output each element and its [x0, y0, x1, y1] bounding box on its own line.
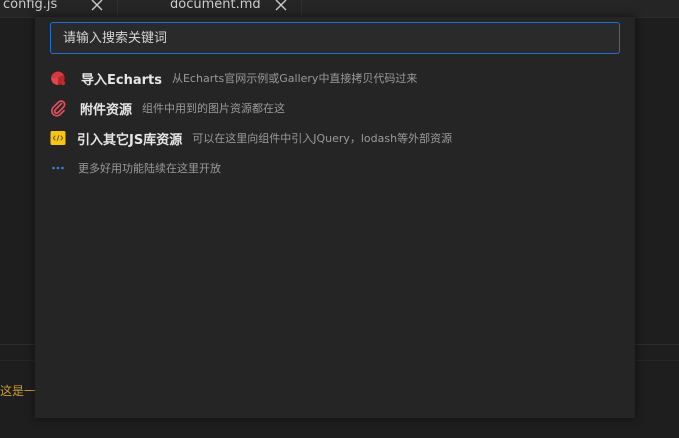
editor-line-text: 这是一	[0, 384, 37, 398]
menu-item-title: 引入其它JS库资源	[77, 132, 183, 148]
paperclip-icon	[49, 99, 67, 117]
menu-item-more-features: 更多好用功能陆续在这里开放	[49, 157, 221, 179]
js-file-icon	[49, 129, 67, 147]
close-icon[interactable]	[90, 0, 104, 12]
close-icon[interactable]	[274, 0, 288, 12]
tab-bar: config.js document.md	[0, 0, 679, 18]
more-features-text: 更多好用功能陆续在这里开放	[78, 162, 221, 175]
menu-item-title: 导入Echarts	[81, 72, 162, 88]
menu-item-description: 可以在这里向组件中引入JQuery，lodash等外部资源	[192, 132, 453, 145]
menu-item-description: 组件中用到的图片资源都在这	[142, 102, 286, 115]
menu-item-import-js-library[interactable]: 引入其它JS库资源 可以在这里向组件中引入JQuery，lodash等外部资源	[49, 127, 452, 149]
tab-config-js[interactable]: config.js	[0, 0, 118, 17]
tab-label: document.md	[170, 0, 261, 12]
search-input[interactable]	[50, 22, 620, 54]
quick-pick-popup: 导入Echarts 从Echarts官网示例或Gallery中直接拷贝代码过来 …	[35, 17, 635, 418]
echarts-icon	[49, 69, 67, 87]
menu-item-description: 从Echarts官网示例或Gallery中直接拷贝代码过来	[171, 72, 418, 85]
ellipsis-icon	[49, 159, 67, 177]
tab-label: config.js	[3, 0, 58, 12]
menu-item-title: 附件资源	[80, 102, 133, 118]
menu-item-import-echarts[interactable]: 导入Echarts 从Echarts官网示例或Gallery中直接拷贝代码过来	[49, 67, 417, 89]
tab-document-md[interactable]: document.md	[118, 0, 302, 17]
app-window: config.js document.md 这是一 请输入搜索关键词 导入Ech…	[0, 0, 679, 438]
menu-item-attachments[interactable]: 附件资源 组件中用到的图片资源都在这	[49, 97, 285, 119]
